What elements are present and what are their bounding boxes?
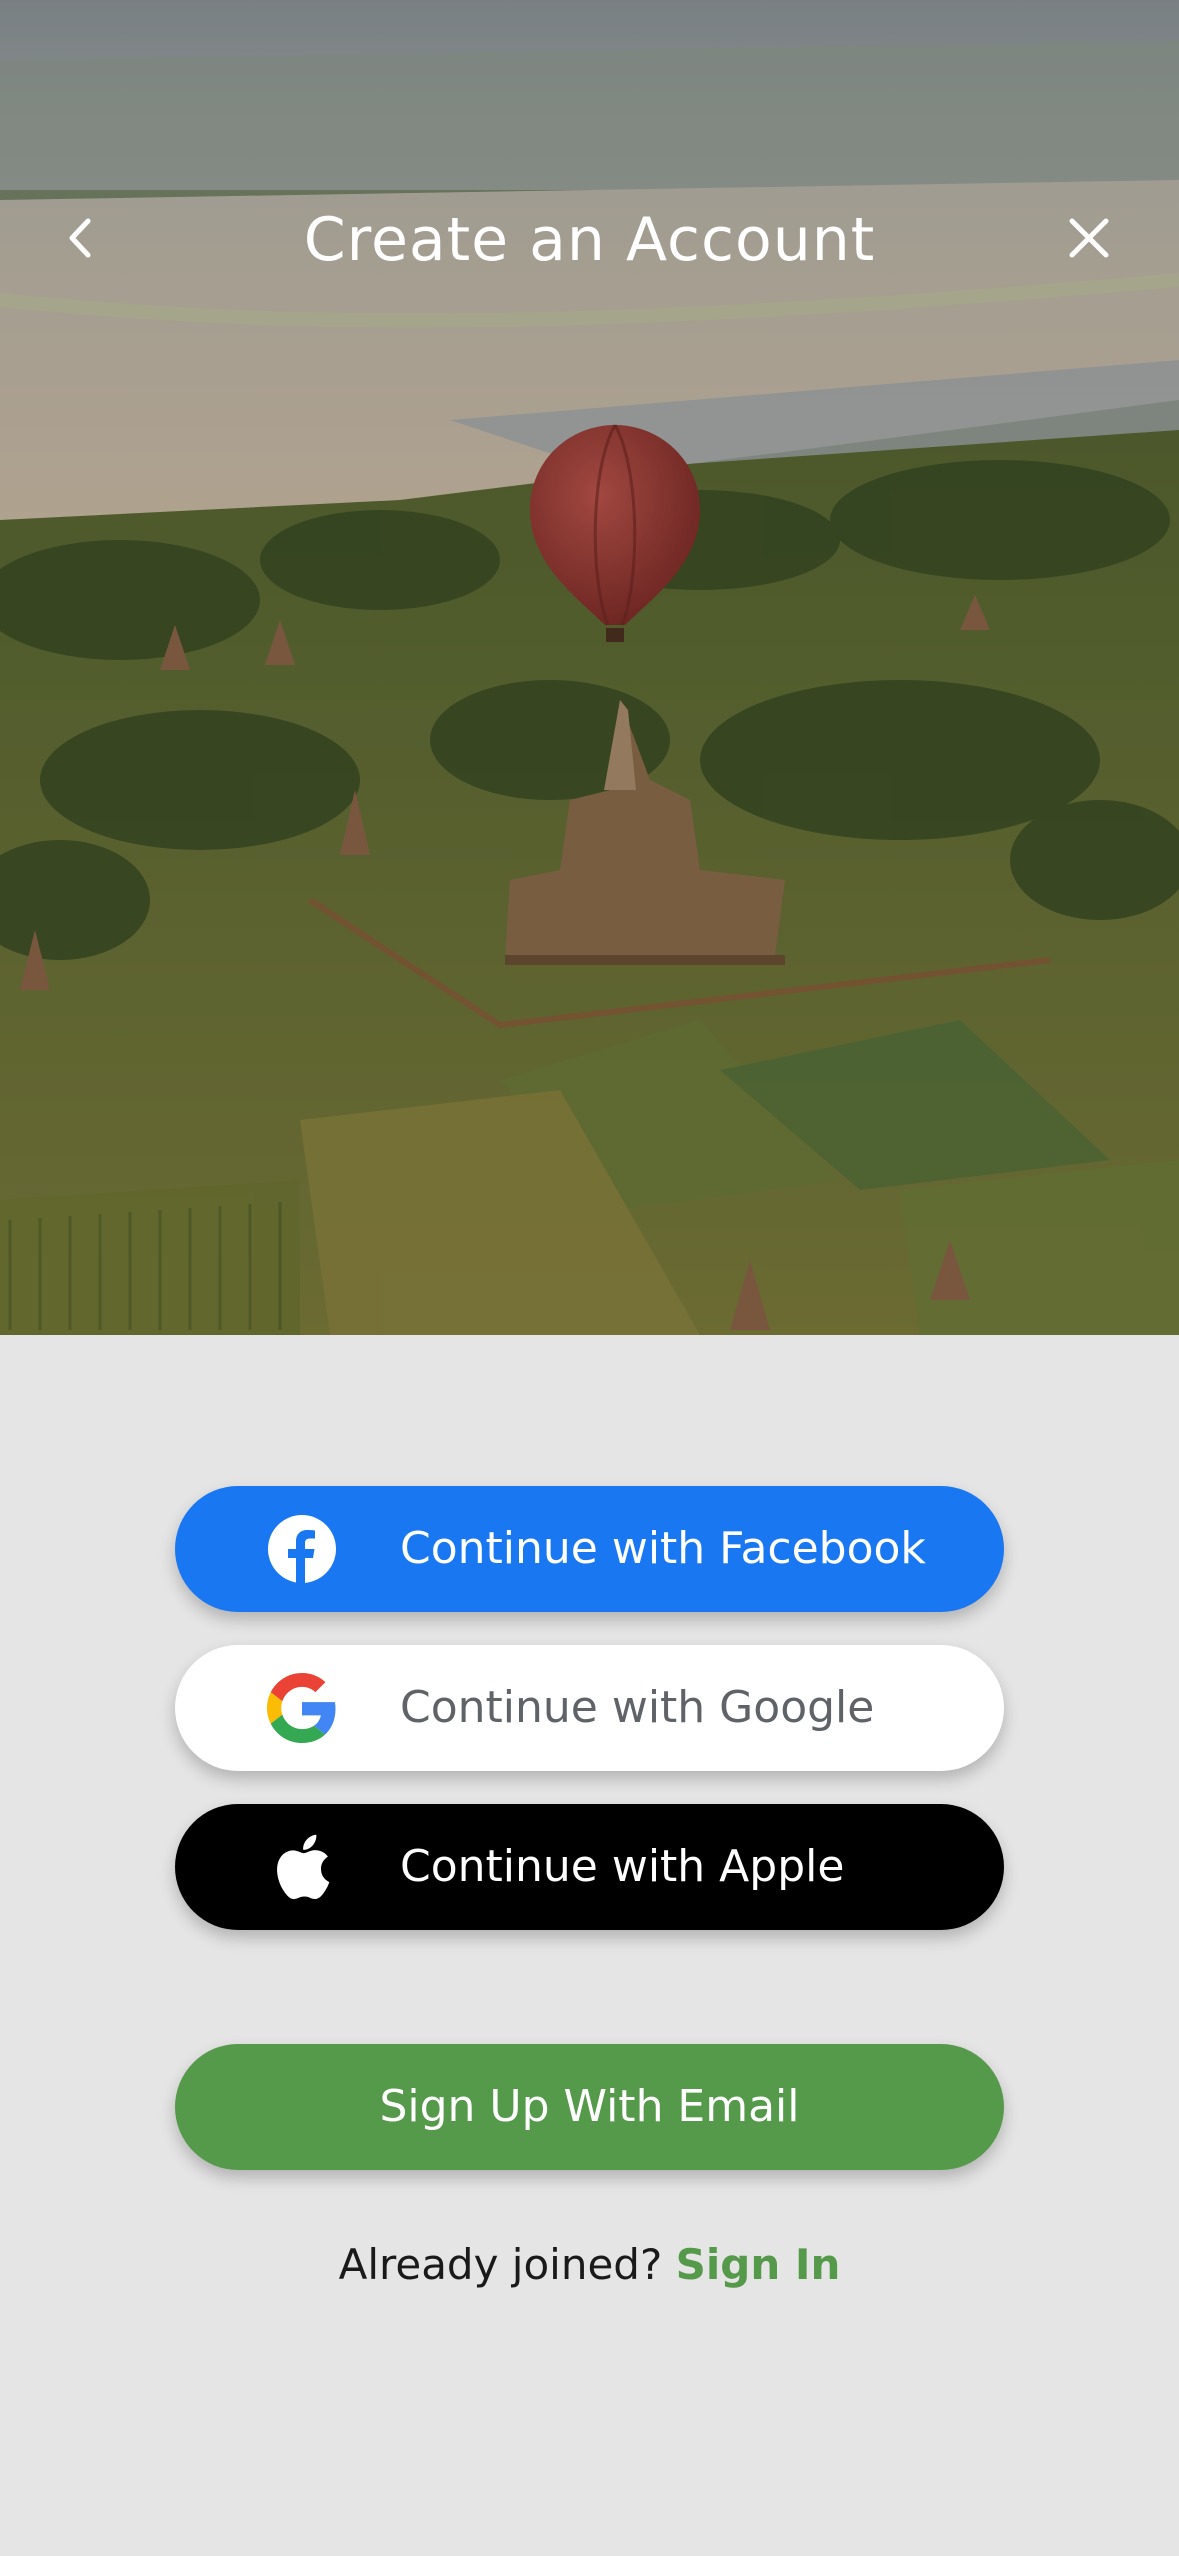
signin-prompt: Already joined? Sign In [0, 2240, 1179, 2289]
close-icon [1064, 213, 1114, 268]
sign-in-link[interactable]: Sign In [676, 2240, 841, 2289]
facebook-icon [267, 1514, 337, 1584]
page-title: Create an Account [303, 205, 876, 275]
apple-icon [267, 1832, 337, 1902]
continue-with-apple-button[interactable]: Continue with Apple [175, 1804, 1004, 1930]
close-button[interactable] [1039, 200, 1139, 280]
email-button-label: Sign Up With Email [379, 2081, 800, 2132]
top-bar: Create an Account [0, 170, 1179, 310]
continue-with-facebook-button[interactable]: Continue with Facebook [175, 1486, 1004, 1612]
google-button-label: Continue with Google [400, 1682, 875, 1733]
apple-button-label: Continue with Apple [400, 1841, 845, 1892]
facebook-button-label: Continue with Facebook [400, 1523, 926, 1574]
sign-up-with-email-button[interactable]: Sign Up With Email [175, 2044, 1004, 2170]
continue-with-google-button[interactable]: Continue with Google [175, 1645, 1004, 1771]
google-icon [267, 1673, 337, 1743]
already-joined-text: Already joined? [338, 2240, 663, 2289]
